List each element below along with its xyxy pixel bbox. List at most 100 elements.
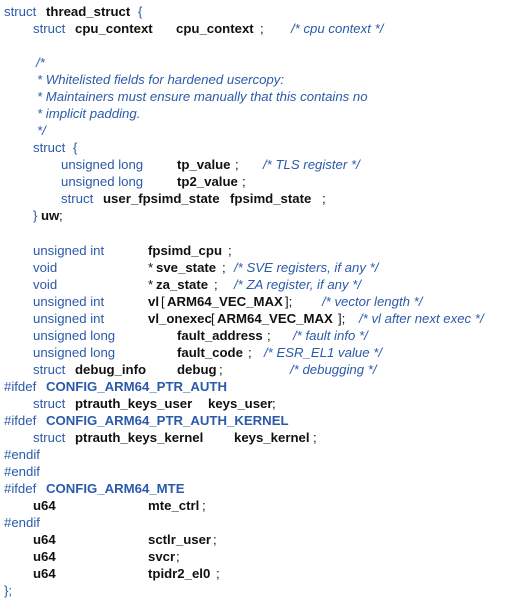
code-token: ; (228, 243, 232, 258)
code-token: sve_state (156, 260, 217, 275)
code-line: unsigned long fault_code; /* ESR_EL1 value… (0, 344, 528, 361)
code-token: [ (161, 294, 165, 309)
code-token: ]; (338, 311, 346, 326)
code-token: ; (216, 566, 220, 581)
code-token: fault_code (177, 345, 243, 360)
code-token: thread_struct (46, 4, 131, 19)
code-token: unsigned int (33, 311, 105, 326)
code-token: fpsimd_cpu (148, 243, 223, 258)
code-token: u64 (33, 532, 56, 547)
code-token: ptrauth_keys_user (75, 396, 193, 411)
code-token: tpidr2_el0 (148, 566, 211, 581)
code-token: ; (272, 396, 276, 411)
code-token: u64 (33, 549, 56, 564)
code-listing: struct thread_struct { struct cpu_context cpu… (0, 0, 528, 613)
code-token: struct (33, 430, 66, 445)
code-line: unsigned int vl_onexec[ARM64_VEC_MAX]; /* … (0, 310, 528, 327)
code-token: vl (148, 294, 159, 309)
code-token: /* debugging */ (290, 362, 377, 377)
code-line: u64 svcr; (0, 548, 528, 565)
code-token: uw (41, 208, 60, 223)
code-token: { (138, 4, 143, 19)
code-line: struct thread_struct { (0, 3, 528, 20)
code-token: ARM64_VEC_MAX (167, 294, 283, 309)
code-token: #endif (4, 447, 40, 462)
code-line: * Whitelisted fields for hardened userco… (0, 71, 528, 88)
code-token: CONFIG_ARM64_PTR_AUTH_KERNEL (46, 413, 289, 428)
code-token: keys_kernel (234, 430, 310, 445)
code-line: * implicit padding. (0, 105, 528, 122)
code-token: * Whitelisted fields for hardened userco… (37, 72, 285, 87)
code-token: * Maintainers must ensure manually that … (37, 89, 368, 104)
code-line: unsigned long tp2_value; (0, 173, 528, 190)
code-token: ; (260, 21, 264, 36)
code-token: unsigned long (33, 345, 116, 360)
code-token: unsigned long (33, 328, 116, 343)
code-token: struct (4, 4, 37, 19)
code-token: ; (235, 157, 239, 172)
code-token: { (73, 140, 78, 155)
code-token: ; (214, 277, 218, 292)
code-line: unsigned int fpsimd_cpu; (0, 242, 528, 259)
code-token: unsigned long (61, 174, 144, 189)
code-token: struct (33, 396, 66, 411)
code-line: unsigned long tp_value; /* TLS register */ (0, 156, 528, 173)
code-token: ; (313, 430, 317, 445)
code-token: * implicit padding. (37, 106, 141, 121)
code-token: /* ESR_EL1 value */ (264, 345, 383, 360)
code-token: #ifdef (4, 379, 37, 394)
code-line: } uw; (0, 207, 528, 224)
code-line: struct cpu_context cpu_context; /* cpu cont… (0, 20, 528, 37)
code-token: /* TLS register */ (263, 157, 360, 172)
code-token: za_state (156, 277, 209, 292)
code-token: #ifdef (4, 481, 37, 496)
code-token: } (33, 208, 38, 223)
code-token: void (33, 260, 58, 275)
code-line: struct debug_info debug; /* debugging */ (0, 361, 528, 378)
code-token: struct (33, 140, 66, 155)
code-token: void (33, 277, 58, 292)
code-token: /* fault info */ (293, 328, 368, 343)
code-line: }; (0, 582, 528, 599)
code-token: /* vector length */ (322, 294, 423, 309)
code-token: ; (322, 191, 326, 206)
code-line: * Maintainers must ensure manually that … (0, 88, 528, 105)
code-token: ; (202, 498, 206, 513)
code-token: vl_onexec (148, 311, 212, 326)
code-token: debug (177, 362, 217, 377)
code-token: struct (61, 191, 94, 206)
code-token: ]; (285, 294, 293, 309)
code-token: * (148, 260, 154, 275)
code-token: cpu_context (176, 21, 254, 36)
code-token: ; (59, 208, 63, 223)
code-token: ptrauth_keys_kernel (75, 430, 204, 445)
code-token: cpu_context (75, 21, 153, 36)
code-line: #ifdef CONFIG_ARM64_PTR_AUTH (0, 378, 528, 395)
code-line: u64 sctlr_user; (0, 531, 528, 548)
code-token: #ifdef (4, 413, 37, 428)
code-token: /* (36, 55, 45, 70)
code-token: unsigned long (61, 157, 144, 172)
code-token: u64 (33, 498, 56, 513)
code-token: tp2_value (177, 174, 238, 189)
code-line: */ (0, 122, 528, 139)
code-token: struct (33, 21, 66, 36)
code-token: mte_ctrl (148, 498, 200, 513)
code-token: ; (222, 260, 226, 275)
code-token: sctlr_user (148, 532, 212, 547)
code-token: /* cpu context */ (291, 21, 384, 36)
code-token: }; (4, 583, 13, 598)
code-token: ; (176, 549, 180, 564)
code-token: CONFIG_ARM64_PTR_AUTH (46, 379, 227, 394)
code-line: unsigned int vl[ARM64_VEC_MAX]; /* vector … (0, 293, 528, 310)
code-token: tp_value (177, 157, 231, 172)
code-line: #ifdef CONFIG_ARM64_PTR_AUTH_KERNEL (0, 412, 528, 429)
code-token: u64 (33, 566, 56, 581)
code-token: ARM64_VEC_MAX (217, 311, 333, 326)
code-token: svcr (148, 549, 176, 564)
code-token: [ (211, 311, 215, 326)
code-token: CONFIG_ARM64_MTE (46, 481, 185, 496)
code-token: #endif (4, 515, 40, 530)
code-token: debug_info (75, 362, 147, 377)
code-token: #endif (4, 464, 40, 479)
